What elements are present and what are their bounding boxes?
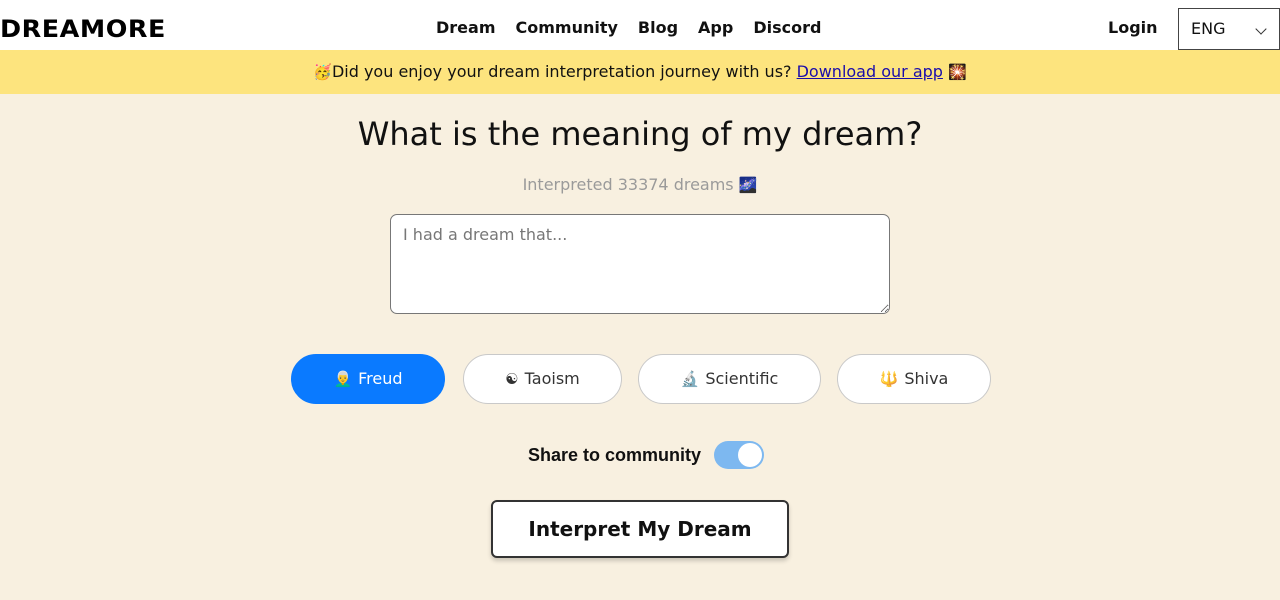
style-label: Shiva xyxy=(904,369,949,388)
trident-icon: 🔱 xyxy=(879,370,899,388)
share-label: Share to community xyxy=(528,445,702,465)
dream-counter-text: Interpreted 33374 dreams xyxy=(522,175,734,194)
style-button-shiva[interactable]: 🔱 Shiva xyxy=(837,354,991,404)
login-link[interactable]: Login xyxy=(1108,17,1158,39)
style-label: Freud xyxy=(358,369,403,388)
page-title: What is the meaning of my dream? xyxy=(357,115,923,153)
sparkler-icon: 🎇 xyxy=(948,63,967,81)
style-label: Scientific xyxy=(705,369,779,388)
chevron-down-icon xyxy=(1255,23,1267,35)
nav-item-blog[interactable]: Blog xyxy=(628,17,688,39)
download-app-link-text: Download our app xyxy=(796,62,943,81)
dream-input[interactable] xyxy=(390,214,890,314)
style-label: Taoism xyxy=(524,369,580,388)
nav-item-discord[interactable]: Discord xyxy=(743,17,831,39)
nav-item-community[interactable]: Community xyxy=(506,17,628,39)
interpret-button[interactable]: Interpret My Dream xyxy=(491,500,789,558)
microscope-icon: 🔬 xyxy=(680,370,700,388)
promo-banner: 🥳Did you enjoy your dream interpretation… xyxy=(0,50,1280,94)
site-header: DREAMORE Dream Community Blog App Discor… xyxy=(0,0,1280,50)
language-selected-value: ENG xyxy=(1191,19,1226,38)
yin-yang-icon: ☯ xyxy=(505,370,519,388)
language-select[interactable]: ENG xyxy=(1178,8,1280,50)
nav-item-dream[interactable]: Dream xyxy=(426,17,506,39)
share-to-community: Share to community xyxy=(528,440,765,470)
toggle-knob xyxy=(738,443,763,467)
milky-way-icon: 🌌 xyxy=(738,176,758,194)
nav-item-app[interactable]: App xyxy=(688,17,743,39)
share-toggle[interactable] xyxy=(714,441,765,469)
logo[interactable]: DREAMORE xyxy=(0,15,166,43)
style-button-freud[interactable]: 👨‍🦳 Freud xyxy=(291,354,445,404)
party-face-icon: 🥳 xyxy=(313,63,332,81)
download-app-link[interactable]: Download our app xyxy=(797,62,943,81)
banner-text: Did you enjoy your dream interpretation … xyxy=(331,62,792,81)
style-button-taoism[interactable]: ☯ Taoism xyxy=(463,354,622,404)
dream-counter: Interpreted 33374 dreams 🌌 xyxy=(0,174,1280,196)
main-nav: Dream Community Blog App Discord xyxy=(426,17,831,39)
style-button-scientific[interactable]: 🔬 Scientific xyxy=(638,354,821,404)
freud-icon: 👨‍🦳 xyxy=(333,370,353,388)
